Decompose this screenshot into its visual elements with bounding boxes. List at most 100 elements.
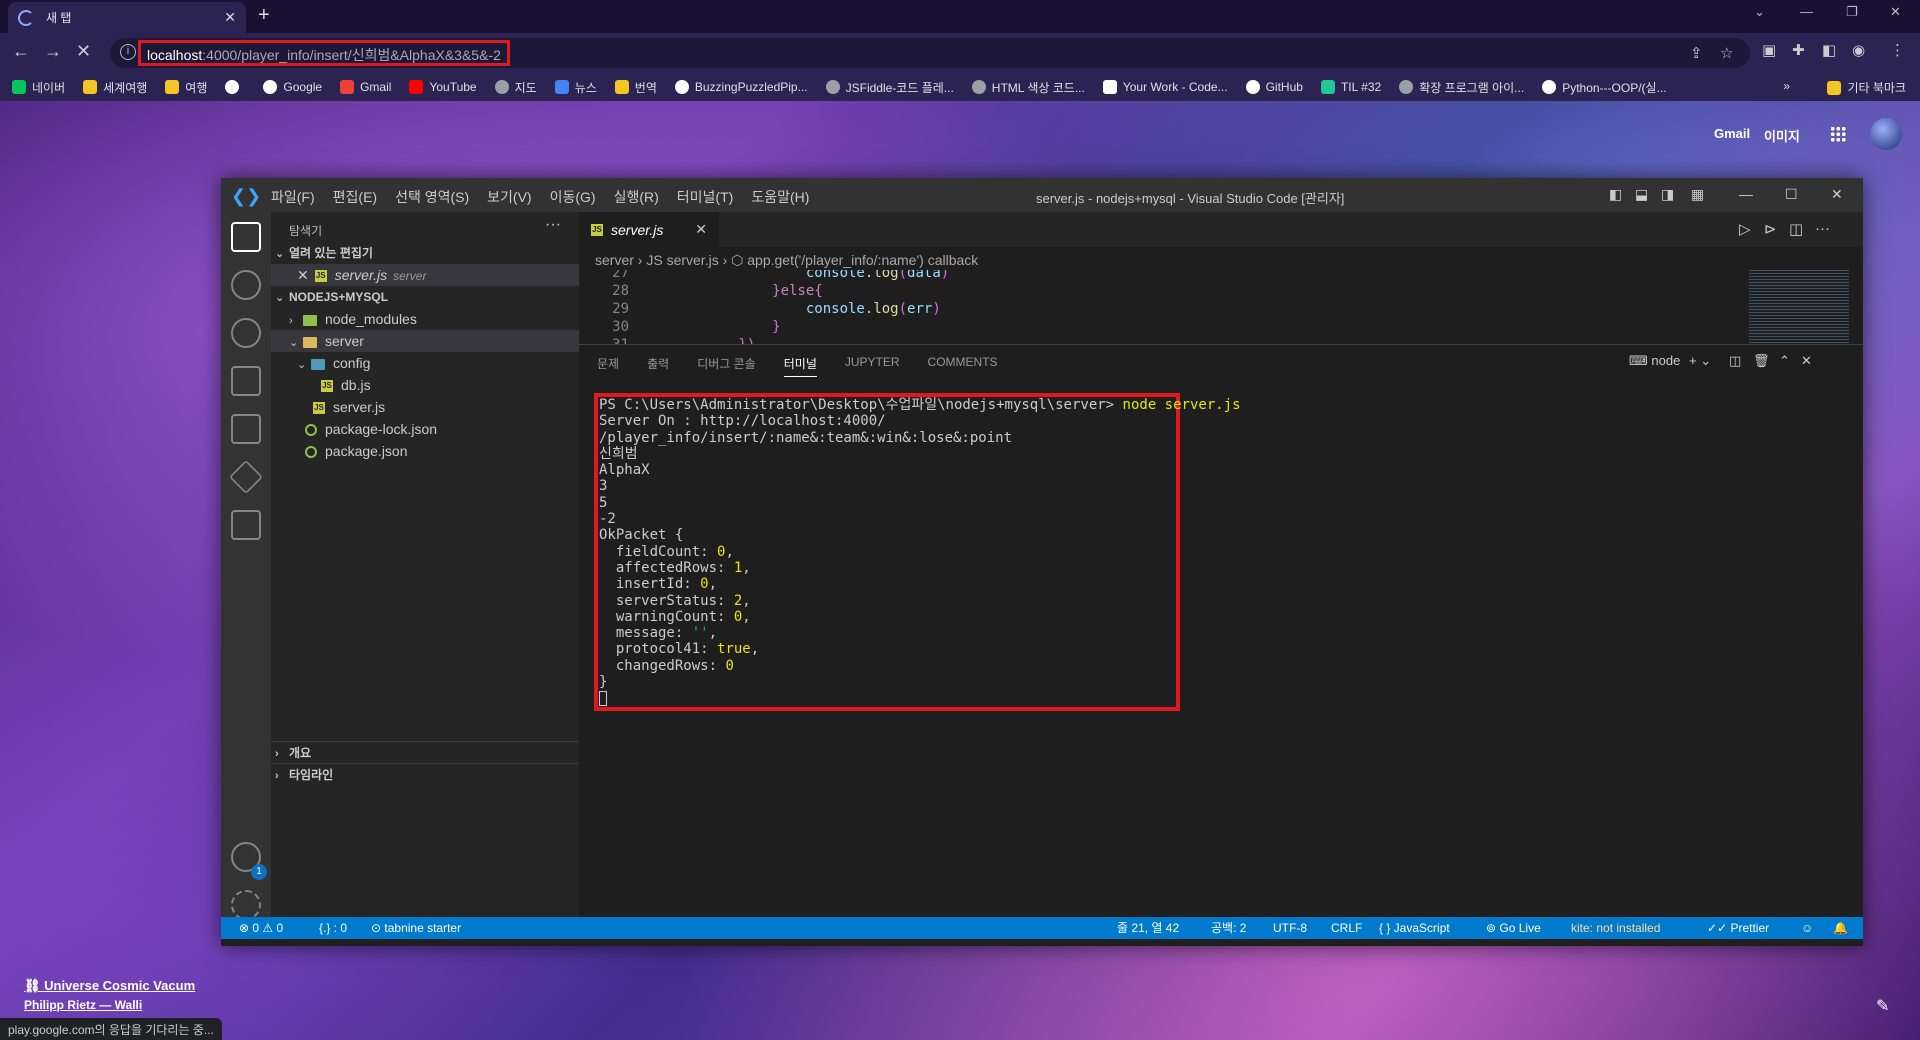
- share-icon[interactable]: ⇪: [1690, 44, 1703, 62]
- bookmark-item[interactable]: YouTube: [409, 80, 477, 94]
- browser-tab[interactable]: 새 탭 ✕: [8, 2, 246, 33]
- menu-selection[interactable]: 선택 영역(S): [395, 187, 469, 207]
- bookmark-item[interactable]: BuzzingPuzzledPip...: [674, 80, 808, 94]
- menu-edit[interactable]: 편집(E): [333, 187, 377, 207]
- status-indentation[interactable]: 공백: 2: [1211, 917, 1246, 939]
- status-prettier[interactable]: ✓✓ Prettier: [1707, 917, 1769, 939]
- status-encoding[interactable]: UTF-8: [1273, 917, 1307, 939]
- status-tabnine[interactable]: ⊙ tabnine starter: [371, 917, 461, 939]
- bookmark-item[interactable]: Python---OOP/(실...: [1542, 79, 1667, 96]
- url-text[interactable]: localhost:4000/player_info/insert/신희범&Al…: [138, 40, 510, 66]
- background-credit-author[interactable]: Philipp Rietz — Walli: [24, 998, 142, 1012]
- bookmark-item[interactable]: TIL #32: [1320, 80, 1381, 94]
- testing-icon[interactable]: [231, 510, 261, 540]
- tab-close-icon[interactable]: ✕: [224, 9, 236, 26]
- settings-gear-icon[interactable]: [231, 890, 261, 920]
- panel-tab-jupyter[interactable]: JUPYTER: [845, 355, 900, 377]
- search-icon[interactable]: [231, 270, 261, 300]
- site-info-icon[interactable]: i: [120, 44, 136, 60]
- editor-more-icon[interactable]: ···: [1815, 220, 1830, 237]
- extension-icon[interactable]: ▣: [1762, 41, 1776, 59]
- forward-icon[interactable]: →: [44, 41, 62, 62]
- maximize-panel-icon[interactable]: ⌃: [1779, 353, 1790, 369]
- bookmark-item[interactable]: GitHub: [1245, 80, 1303, 94]
- status-cursor-position[interactable]: 줄 21, 열 42: [1117, 917, 1179, 939]
- project-section[interactable]: ⌄ NODEJS+MYSQL: [271, 286, 579, 308]
- other-bookmarks[interactable]: 기타 북마크: [1827, 79, 1906, 96]
- close-window-icon[interactable]: ✕: [1890, 4, 1901, 20]
- bookmarks-more-icon[interactable]: »: [1783, 79, 1790, 93]
- tree-server-js[interactable]: JS server.js: [271, 396, 579, 418]
- split-editor-icon[interactable]: ◫: [1789, 220, 1803, 238]
- status-eol[interactable]: CRLF: [1331, 917, 1362, 939]
- profile-icon[interactable]: ◉: [1852, 41, 1865, 59]
- close-tab-icon[interactable]: ✕: [695, 221, 707, 238]
- status-kite[interactable]: kite: not installed: [1571, 917, 1660, 939]
- feedback-icon[interactable]: ☺: [1801, 917, 1813, 939]
- bookmark-item[interactable]: 여행: [165, 79, 207, 96]
- toggle-panel-icon[interactable]: ⬓: [1635, 186, 1648, 203]
- tree-server[interactable]: ⌄ server: [271, 330, 579, 352]
- bookmark-item[interactable]: 뉴스: [554, 79, 597, 96]
- tree-config[interactable]: ⌄ config: [271, 352, 579, 374]
- address-bar[interactable]: i localhost:4000/player_info/insert/신희범&…: [110, 38, 1750, 68]
- explorer-more-icon[interactable]: ···: [545, 216, 561, 234]
- minimize-icon[interactable]: —: [1800, 4, 1813, 19]
- panel-tab-comments[interactable]: COMMENTS: [928, 355, 998, 377]
- status-language[interactable]: { } JavaScript: [1379, 917, 1450, 939]
- editor-tab-server-js[interactable]: JS server.js ✕: [579, 212, 719, 247]
- close-panel-icon[interactable]: ✕: [1801, 353, 1812, 369]
- new-tab-button[interactable]: +: [258, 4, 270, 27]
- google-avatar[interactable]: [1870, 118, 1902, 150]
- bookmark-item[interactable]: Your Work - Code...: [1102, 80, 1228, 94]
- toggle-secondary-sidebar-icon[interactable]: ◨: [1661, 186, 1674, 203]
- menu-file[interactable]: 파일(F): [271, 187, 315, 207]
- bookmark-item[interactable]: 번역: [614, 79, 657, 96]
- panel-tab-problems[interactable]: 문제: [597, 355, 619, 377]
- open-editors-section[interactable]: ⌄ 열려 있는 편집기: [271, 242, 579, 264]
- sidepanel-icon[interactable]: ◧: [1822, 41, 1836, 59]
- status-braces[interactable]: {.} : 0: [319, 917, 347, 939]
- bookmark-item[interactable]: 네이버: [12, 79, 65, 96]
- images-link[interactable]: 이미지: [1764, 126, 1800, 145]
- run-debug-icon[interactable]: [231, 366, 261, 396]
- terminal-output[interactable]: PS C:\Users\Administrator\Desktop\수업파일\n…: [599, 397, 1241, 707]
- close-icon[interactable]: ✕: [297, 267, 309, 283]
- bookmark-item[interactable]: JSFiddle-코드 플레...: [825, 79, 954, 96]
- restore-icon[interactable]: ❐: [1846, 4, 1858, 20]
- bookmark-item[interactable]: [225, 80, 245, 94]
- timeline-section[interactable]: › 타임라인: [271, 764, 579, 786]
- menu-go[interactable]: 이동(G): [550, 187, 596, 207]
- menu-view[interactable]: 보기(V): [487, 187, 531, 207]
- terminal-selector[interactable]: ⌨ node: [1629, 353, 1680, 369]
- bookmark-star-icon[interactable]: ☆: [1720, 44, 1733, 62]
- open-editor-item[interactable]: ✕ JS server.js server: [271, 264, 579, 286]
- extensions-icon[interactable]: [231, 414, 261, 444]
- puzzle-icon[interactable]: ✚: [1792, 41, 1805, 59]
- background-credit-title[interactable]: ⛓ Universe Cosmic Vacum: [24, 978, 195, 994]
- vscode-minimize-icon[interactable]: —: [1739, 186, 1753, 202]
- notifications-bell-icon[interactable]: 🔔: [1833, 917, 1848, 939]
- menu-terminal[interactable]: 터미널(T): [677, 187, 734, 207]
- kill-terminal-icon[interactable]: 🗑: [1753, 353, 1770, 369]
- debug-run-icon[interactable]: ⊳: [1764, 220, 1777, 238]
- bookmark-item[interactable]: HTML 색상 코드...: [971, 79, 1085, 96]
- split-terminal-icon[interactable]: ◫: [1729, 353, 1741, 369]
- tree-package-json[interactable]: package.json: [271, 440, 579, 462]
- bookmark-item[interactable]: 지도: [494, 79, 537, 96]
- outline-section[interactable]: › 개요: [271, 742, 579, 764]
- browser-menu-icon[interactable]: ⋮: [1890, 41, 1905, 59]
- bookmark-item[interactable]: 세계여행: [83, 79, 147, 96]
- gmail-link[interactable]: Gmail: [1714, 126, 1750, 141]
- minimap[interactable]: [1749, 270, 1849, 350]
- vscode-maximize-icon[interactable]: ☐: [1785, 186, 1798, 203]
- vscode-close-icon[interactable]: ✕: [1831, 186, 1843, 203]
- panel-tab-debug-console[interactable]: 디버그 콘솔: [697, 355, 756, 377]
- tree-node-modules[interactable]: › node_modules: [271, 308, 579, 330]
- new-terminal-icon[interactable]: + ⌄: [1689, 353, 1711, 369]
- layout-icon[interactable]: ▦: [1691, 186, 1704, 203]
- remote-explorer-icon[interactable]: [229, 460, 263, 494]
- panel-tab-output[interactable]: 출력: [647, 355, 669, 377]
- back-icon[interactable]: ←: [12, 41, 30, 62]
- code-editor[interactable]: 27 console.log(data) 28 }else{ 29 consol…: [579, 270, 1809, 344]
